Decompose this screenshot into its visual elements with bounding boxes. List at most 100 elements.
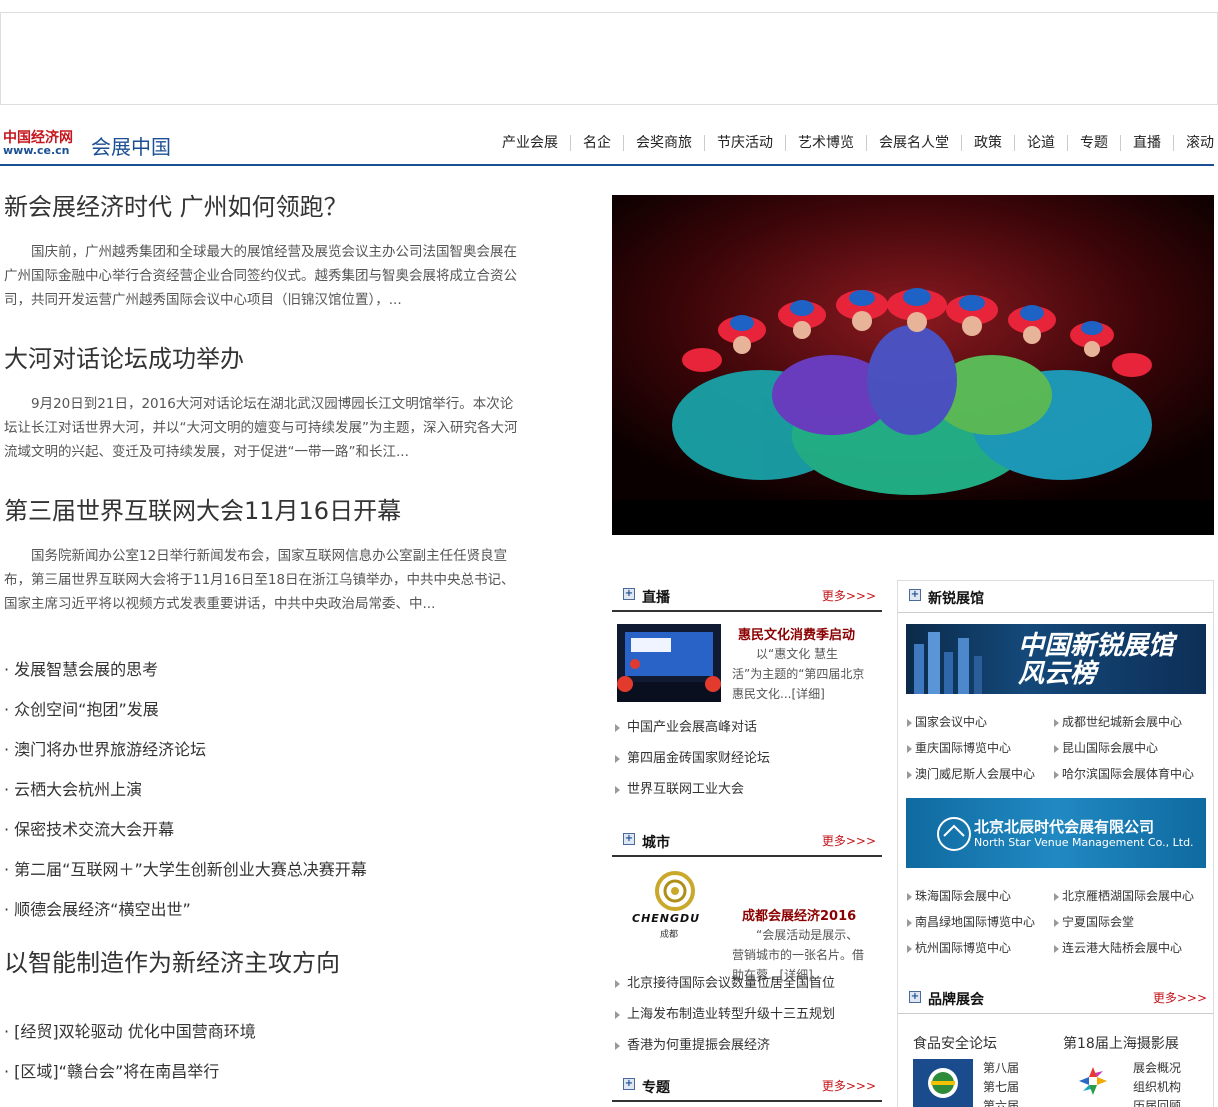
plus-icon: + — [909, 589, 921, 601]
brand-show-name[interactable]: 食品安全论坛 — [913, 1033, 997, 1053]
advertisement-banner[interactable] — [0, 12, 1218, 105]
banner-company-en: North Star Venue Management Co., Ltd. — [974, 836, 1194, 849]
site-name: 会展中国 — [91, 135, 171, 159]
venue-link[interactable]: 澳门威尼斯人会展中心 — [906, 761, 1053, 787]
chengdu-logo-cn: 成都 — [660, 930, 679, 940]
plus-icon: + — [623, 833, 635, 845]
venue-link[interactable]: 成都世纪城新会展中心 — [1053, 709, 1200, 735]
topic-panel-header: + 专题 更多>>> — [612, 1070, 882, 1102]
story-title[interactable]: 大河对话论坛成功举办 — [4, 342, 524, 376]
venue-link[interactable]: 北京雁栖湖国际会展中心 — [1053, 883, 1200, 909]
topic-panel: + 专题 更多>>> — [612, 1070, 882, 1102]
headline-link[interactable]: · [区域]“赣台会”将在南昌举行 — [4, 1062, 524, 1082]
more-link[interactable]: 更多>>> — [822, 587, 876, 604]
story-summary: 国庆前，广州越秀集团和全球最大的展馆经营及展览会议主办公司法国智奥会展在广州国际… — [4, 244, 517, 308]
venue-link[interactable]: 珠海国际会展中心 — [906, 883, 1053, 909]
nav-item[interactable]: 会奖商旅 — [623, 135, 704, 151]
headline-link[interactable]: · 众创空间“抱团”发展 — [4, 700, 524, 720]
brand-link[interactable]: 第六届 — [983, 1097, 1019, 1107]
headline-link[interactable]: · 顺德会展经济“横空出世” — [4, 900, 524, 920]
venue-link[interactable]: 哈尔滨国际会展体育中心 — [1053, 761, 1200, 787]
feature-desc: 以“惠文化 慧生活”为主题的“第四届北京惠民文化...[详细] — [732, 647, 865, 701]
brand-link[interactable]: 历届回顾 — [1133, 1097, 1181, 1107]
feature-title[interactable]: 惠民文化消费季启动 — [738, 624, 855, 643]
headline-list: · [经贸]双轮驱动 优化中国营商环境 · [区域]“赣台会”将在南昌举行 — [4, 1022, 524, 1082]
food-safety-logo-icon[interactable] — [913, 1059, 973, 1107]
venues-panel-header: + 新锐展馆 — [898, 581, 1213, 613]
chengdu-logo-text: CHENGDU — [632, 912, 701, 925]
headline-link[interactable]: · 发展智慧会展的思考 — [4, 660, 524, 680]
list-item[interactable]: 上海发布制造业转型升级十三五规划 — [612, 999, 882, 1030]
list-item[interactable]: 第四届金砖国家财经论坛 — [612, 743, 882, 774]
nav-item[interactable]: 论道 — [1014, 135, 1067, 151]
venue-link[interactable]: 重庆国际博览中心 — [906, 735, 1053, 761]
brand-show-links: 第八届 第七届 第六届 — [983, 1059, 1019, 1107]
headline-link[interactable]: · 云栖大会杭州上演 — [4, 780, 524, 800]
story: 新会展经济时代 广州如何领跑？ 国庆前，广州越秀集团和全球最大的展馆经营及展览会… — [4, 190, 524, 312]
feature-title[interactable]: 成都会展经济2016 — [742, 905, 856, 924]
story-summary: 9月20日到21日，2016大河对话论坛在湖北武汉园博园长江文明馆举行。本次论坛… — [4, 396, 518, 460]
headline-link[interactable]: · [经贸]双轮驱动 优化中国营商环境 — [4, 1022, 524, 1042]
venues-panel: + 新锐展馆 中国新锐展馆风云榜 国家会议中心 成都世纪城新会展中心 重庆国际博… — [897, 580, 1214, 1107]
venue-list: 国家会议中心 成都世纪城新会展中心 重庆国际博览中心 昆山国际会展中心 澳门威尼… — [906, 709, 1212, 787]
live-thumbnail[interactable] — [617, 624, 721, 702]
nav-item[interactable]: 滚动 — [1173, 135, 1214, 151]
north-star-banner[interactable]: 北京北辰时代会展有限公司 North Star Venue Management… — [906, 798, 1206, 868]
venue-link[interactable]: 昆山国际会展中心 — [1053, 735, 1200, 761]
city-panel: + 城市 更多>>> CHENGDU 成都 成都会展经济2016 “会展活动是展… — [612, 825, 882, 1053]
live-links: 中国产业会展高峰对话 第四届金砖国家财经论坛 世界互联网工业大会 — [612, 712, 882, 805]
panel-title: 新锐展馆 — [928, 591, 984, 607]
more-link[interactable]: 更多>>> — [1153, 989, 1207, 1006]
brand-link[interactable]: 第七届 — [983, 1078, 1019, 1097]
news-column: 新会展经济时代 广州如何领跑？ 国庆前，广州越秀集团和全球最大的展馆经营及展览会… — [4, 190, 524, 1102]
brand-link[interactable]: 组织机构 — [1133, 1078, 1181, 1097]
story-title[interactable]: 新会展经济时代 广州如何领跑？ — [4, 190, 524, 224]
headline-link[interactable]: · 澳门将办世界旅游经济论坛 — [4, 740, 524, 760]
nav-item[interactable]: 直播 — [1120, 135, 1173, 151]
city-panel-header: + 城市 更多>>> — [612, 825, 882, 857]
banner-company-cn: 北京北辰时代会展有限公司 — [974, 818, 1155, 836]
venue-link[interactable]: 杭州国际博览中心 — [906, 935, 1053, 961]
more-link[interactable]: 更多>>> — [822, 1077, 876, 1094]
nav-item[interactable]: 产业会展 — [490, 135, 570, 151]
nav-item[interactable]: 专题 — [1067, 135, 1120, 151]
brand-show-links: 展会概况 组织机构 历届回顾 — [1133, 1059, 1181, 1107]
story-title[interactable]: 第三届世界互联网大会11月16日开幕 — [4, 494, 524, 528]
list-item[interactable]: 中国产业会展高峰对话 — [612, 712, 882, 743]
headline-link[interactable]: · 第二届“互联网＋”大学生创新创业大赛总决赛开幕 — [4, 860, 524, 880]
site-logo[interactable]: 中国经济网 www.ce.cn 会展中国 — [3, 127, 183, 159]
brand-show-name[interactable]: 第18届上海摄影展 — [1063, 1033, 1179, 1053]
dance-performance-photo — [612, 195, 1214, 535]
nav-item[interactable]: 艺术博览 — [785, 135, 866, 151]
brand-link[interactable]: 第八届 — [983, 1059, 1019, 1078]
headline-list: · 发展智慧会展的思考 · 众创空间“抱团”发展 · 澳门将办世界旅游经济论坛 … — [4, 660, 524, 920]
brand-link[interactable]: 展会概况 — [1133, 1059, 1181, 1078]
panel-title: 直播 — [642, 590, 670, 606]
plus-icon: + — [909, 991, 921, 1003]
photo-expo-logo-icon[interactable] — [1063, 1059, 1123, 1107]
hero-image[interactable] — [612, 195, 1214, 535]
story: 大河对话论坛成功举办 9月20日到21日，2016大河对话论坛在湖北武汉园博园长… — [4, 342, 524, 464]
section-title[interactable]: 以智能制造作为新经济主攻方向 — [4, 946, 524, 980]
logo-url: www.ce.cn — [3, 144, 70, 157]
nav-item[interactable]: 会展名人堂 — [866, 135, 961, 151]
venue-link[interactable]: 连云港大陆桥会展中心 — [1053, 935, 1200, 961]
list-item[interactable]: 香港为何重提振会展经济 — [612, 1030, 882, 1061]
venue-link[interactable]: 国家会议中心 — [906, 709, 1053, 735]
city-links: 北京接待国际会议数量位居全国首位 上海发布制造业转型升级十三五规划 香港为何重提… — [612, 968, 882, 1061]
venue-ranking-banner[interactable]: 中国新锐展馆风云榜 — [906, 624, 1206, 694]
nav-item[interactable]: 节庆活动 — [704, 135, 785, 151]
more-link[interactable]: 更多>>> — [822, 832, 876, 849]
venue-link[interactable]: 宁夏国际会堂 — [1053, 909, 1200, 935]
banner-title: 中国新锐展馆风云榜 — [1018, 631, 1175, 689]
nav-item[interactable]: 政策 — [961, 135, 1014, 151]
venue-link[interactable]: 南昌绿地国际博览中心 — [906, 909, 1053, 935]
list-item[interactable]: 世界互联网工业大会 — [612, 774, 882, 805]
panel-title: 城市 — [642, 835, 670, 851]
city-skyline-icon — [914, 632, 982, 694]
nav-item[interactable]: 名企 — [570, 135, 623, 151]
list-item[interactable]: 北京接待国际会议数量位居全国首位 — [612, 968, 882, 999]
headline-link[interactable]: · 保密技术交流大会开幕 — [4, 820, 524, 840]
live-panel: + 直播 更多>>> 惠民文化消费季启动 以“惠文化 慧生活”为主题的“第四届北… — [612, 580, 882, 805]
plus-icon: + — [623, 588, 635, 600]
